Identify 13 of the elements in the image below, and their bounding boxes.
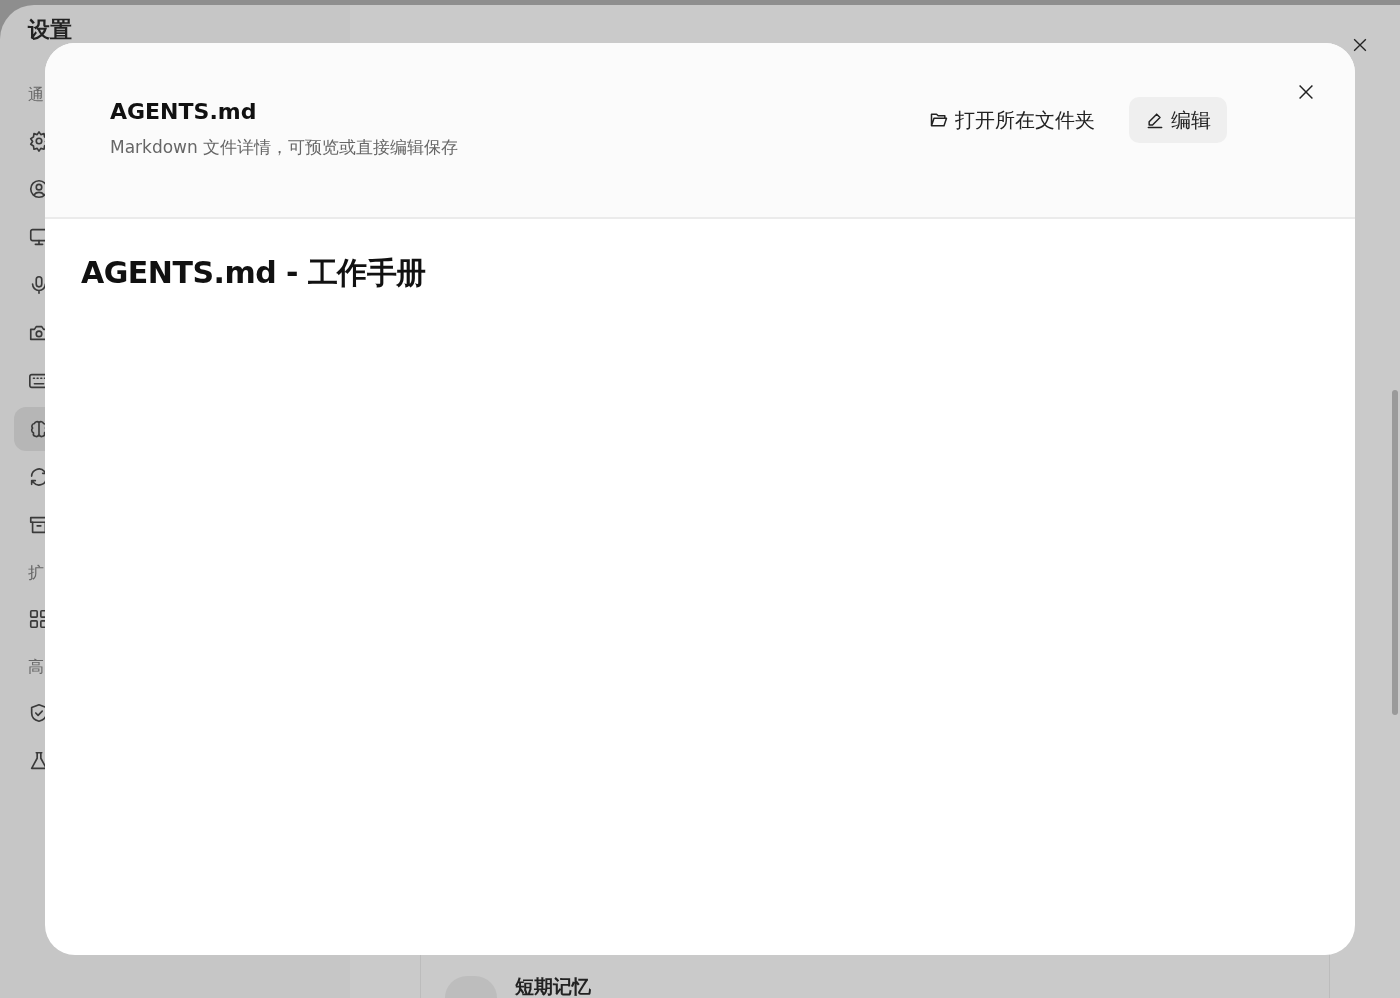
scrollbar[interactable]: [1392, 390, 1398, 715]
item-title: 短期记忆: [515, 974, 591, 998]
section-label: 通: [28, 85, 45, 106]
edit-button[interactable]: 编辑: [1129, 97, 1227, 143]
dialog-title: AGENTS.md: [110, 99, 258, 124]
section-label: 扩: [28, 563, 45, 584]
folder-icon: [929, 110, 949, 130]
dialog-subtitle: Markdown 文件详情，可预览或直接编辑保存: [110, 136, 460, 159]
settings-title: 设置: [28, 17, 73, 43]
pencil-icon: [1145, 110, 1165, 130]
document-heading: AGENTS.md - 工作手册: [81, 254, 427, 292]
open-folder-button[interactable]: 打开所在文件夹: [913, 97, 1111, 143]
section-label: 高: [28, 657, 45, 678]
